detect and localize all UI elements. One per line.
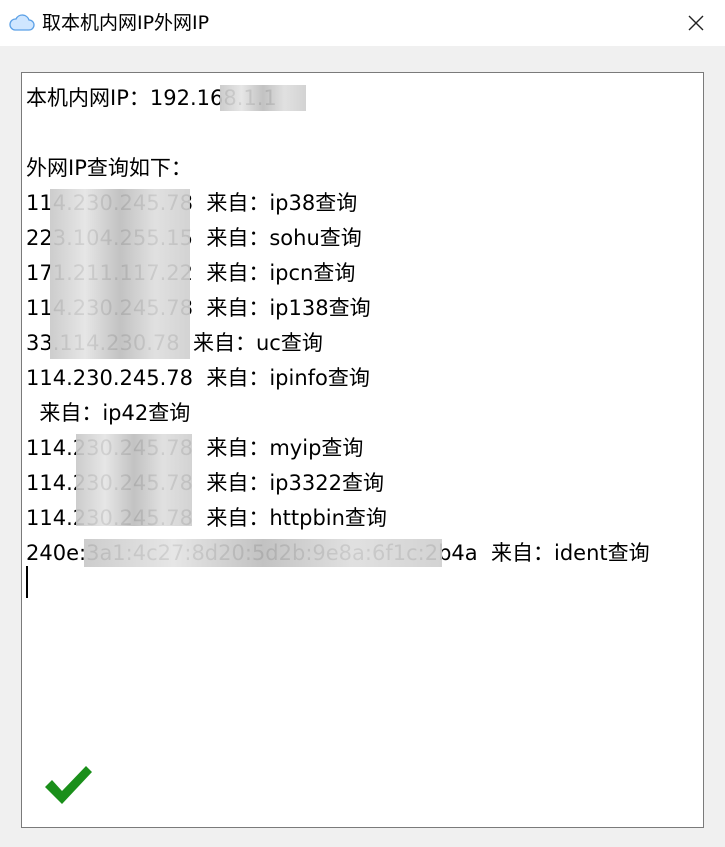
- redaction-mask: [220, 85, 306, 111]
- redaction-mask: [50, 189, 190, 359]
- result-textbox[interactable]: 本机内网IP：192.168.1.1 外网IP查询如下： 114.230.245…: [21, 72, 704, 828]
- title-bar: 取本机内网IP外网IP: [0, 0, 725, 46]
- heading-line: 外网IP查询如下：: [26, 156, 192, 180]
- redaction-mask: [76, 434, 192, 526]
- cloud-icon: [9, 13, 35, 33]
- text-cursor: [26, 566, 28, 598]
- close-button[interactable]: [667, 0, 725, 46]
- window-title: 取本机内网IP外网IP: [42, 12, 210, 34]
- redaction-mask: [84, 539, 442, 567]
- close-icon: [688, 15, 704, 31]
- result-line-ip42: 来自：ip42查询: [26, 401, 191, 425]
- result-line-ipinfo: 114.230.245.78 来自：ipinfo查询: [26, 366, 370, 390]
- checkmark-icon: [42, 763, 94, 807]
